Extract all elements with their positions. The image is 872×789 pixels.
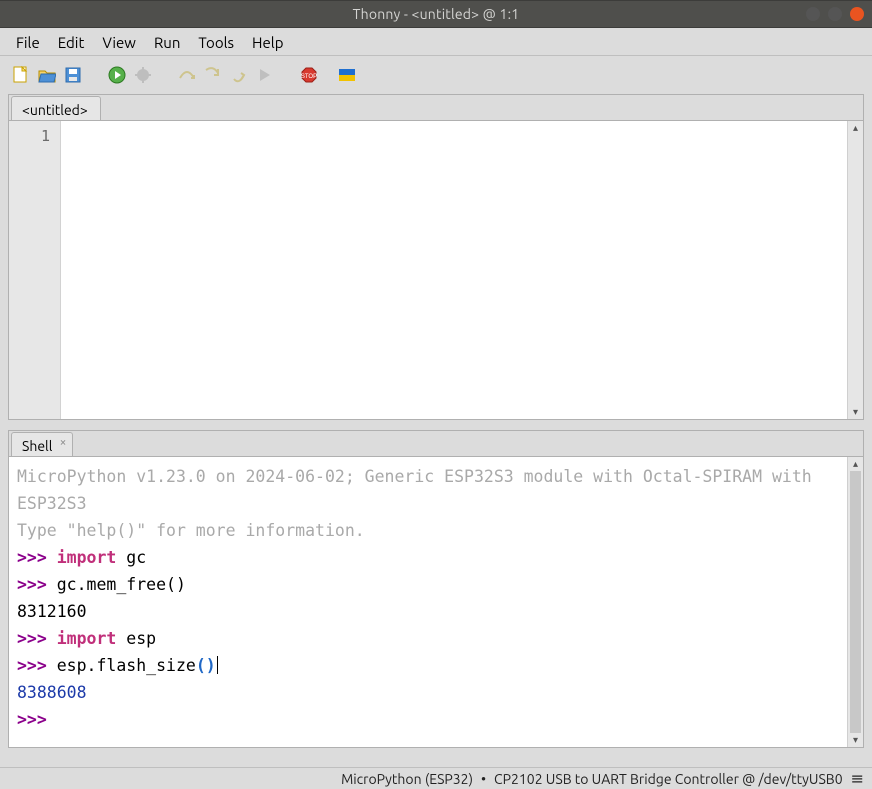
scroll-up-icon[interactable]: ▴ (848, 121, 863, 135)
status-bar: MicroPython (ESP32) • CP2102 USB to UART… (0, 767, 872, 789)
debug-icon[interactable] (132, 64, 154, 86)
status-port[interactable]: CP2102 USB to UART Bridge Controller @ /… (494, 771, 843, 787)
module-esp: esp (116, 629, 156, 648)
status-backend[interactable]: MicroPython (ESP32) (341, 771, 473, 787)
menu-file[interactable]: File (8, 30, 48, 55)
flag-icon[interactable] (336, 64, 358, 86)
shell-prompt: >>> (17, 575, 57, 594)
close-tab-icon[interactable]: × (60, 436, 67, 449)
work-area: <untitled> 1 ▴ ▾ Shell × MicroPython v1.… (0, 94, 872, 767)
scroll-thumb[interactable] (850, 471, 861, 733)
menu-run[interactable]: Run (146, 30, 188, 55)
scroll-down-icon[interactable]: ▾ (848, 733, 863, 747)
shell-banner-1: MicroPython v1.23.0 on 2024-06-02; Gener… (17, 467, 822, 513)
code-area[interactable] (61, 121, 847, 419)
menu-view[interactable]: View (94, 30, 144, 55)
keyword-import: import (57, 629, 117, 648)
call-esp-flashsize: esp.flash_size (57, 656, 196, 675)
open-file-icon[interactable] (36, 64, 58, 86)
shell-output-1: 8312160 (17, 602, 87, 621)
editor-body: 1 ▴ ▾ (9, 121, 863, 419)
call-gc-memfree: gc.mem_free() (57, 575, 186, 594)
stop-icon[interactable]: STOP (298, 64, 320, 86)
scroll-up-icon[interactable]: ▴ (848, 457, 863, 471)
menu-tools[interactable]: Tools (190, 30, 242, 55)
shell-tab-label: Shell (22, 438, 52, 454)
run-icon[interactable] (106, 64, 128, 86)
close-button[interactable] (850, 7, 864, 21)
editor-panel: <untitled> 1 ▴ ▾ (8, 94, 864, 420)
window-title: Thonny - <untitled> @ 1:1 (353, 6, 520, 22)
editor-tab-untitled[interactable]: <untitled> (11, 96, 101, 120)
editor-tabs: <untitled> (9, 95, 863, 121)
editor-gutter: 1 (9, 121, 61, 419)
title-bar: Thonny - <untitled> @ 1:1 (0, 0, 872, 28)
module-gc: gc (116, 548, 146, 567)
new-file-icon[interactable] (10, 64, 32, 86)
shell-body: MicroPython v1.23.0 on 2024-06-02; Gener… (9, 457, 863, 747)
shell-panel: Shell × MicroPython v1.23.0 on 2024-06-0… (8, 430, 864, 748)
shell-prompt: >>> (17, 548, 57, 567)
gutter-line-1: 1 (9, 127, 50, 145)
shell-output[interactable]: MicroPython v1.23.0 on 2024-06-02; Gener… (9, 457, 847, 747)
shell-banner-2: Type "help()" for more information. (17, 521, 365, 540)
maximize-button[interactable] (828, 7, 842, 21)
save-file-icon[interactable] (62, 64, 84, 86)
window-controls (806, 7, 864, 21)
menu-bar: File Edit View Run Tools Help (0, 28, 872, 56)
paren-highlight: () (196, 656, 218, 675)
step-over-icon[interactable] (176, 64, 198, 86)
shell-tabs: Shell × (9, 431, 863, 457)
keyword-import: import (57, 548, 117, 567)
status-separator: • (481, 771, 486, 787)
menu-edit[interactable]: Edit (50, 30, 93, 55)
minimize-button[interactable] (806, 7, 820, 21)
shell-scrollbar[interactable]: ▴ ▾ (847, 457, 863, 747)
editor-scrollbar[interactable]: ▴ ▾ (847, 121, 863, 419)
svg-text:STOP: STOP (301, 74, 317, 80)
menu-help[interactable]: Help (244, 30, 291, 55)
editor-tab-label: <untitled> (22, 102, 88, 118)
resume-icon[interactable] (254, 64, 276, 86)
toolbar: STOP (0, 56, 872, 94)
step-into-icon[interactable] (202, 64, 224, 86)
step-out-icon[interactable] (228, 64, 250, 86)
status-menu-icon[interactable]: ≡ (851, 769, 864, 788)
scroll-down-icon[interactable]: ▾ (848, 405, 863, 419)
shell-output-2: 8388608 (17, 683, 87, 702)
shell-prompt: >>> (17, 629, 57, 648)
shell-prompt-final: >>> (17, 710, 57, 729)
shell-tab[interactable]: Shell × (11, 432, 73, 456)
shell-prompt: >>> (17, 656, 57, 675)
